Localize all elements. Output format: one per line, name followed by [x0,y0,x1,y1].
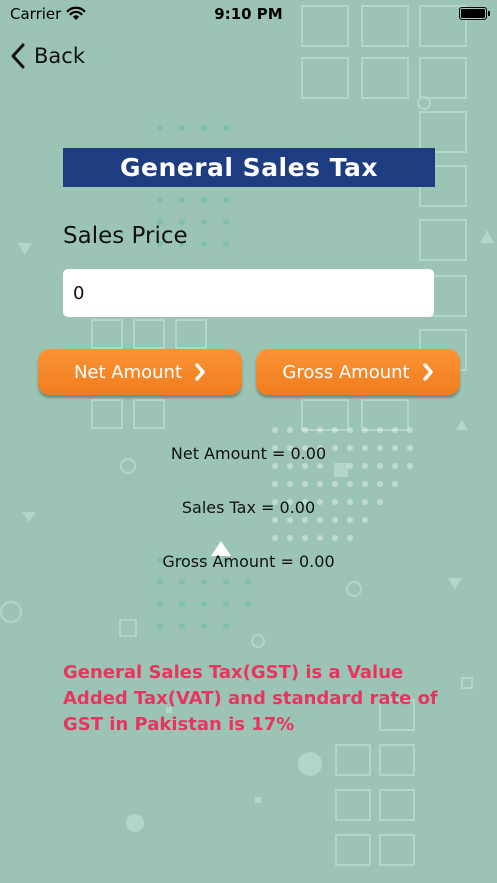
sales-price-label: Sales Price [63,223,188,249]
chevron-left-icon [11,43,25,69]
back-button[interactable]: Back [10,40,85,72]
back-label: Back [34,44,85,68]
clock: 9:10 PM [214,5,283,23]
background-pattern [0,5,494,866]
net-amount-button[interactable]: Net Amount [38,349,242,395]
page-title: General Sales Tax [63,148,435,187]
battery-icon [459,7,490,20]
net-amount-button-label: Net Amount [73,361,183,383]
chevron-right-icon [422,363,434,381]
status-bar: Carrier 9:10 PM [0,0,497,30]
gross-amount-result: Gross Amount = 0.00 [162,552,335,571]
gross-amount-button[interactable]: Gross Amount [256,349,460,395]
sales-tax-result: Sales Tax = 0.00 [181,498,316,517]
chevron-right-icon [194,363,206,381]
gst-info-text: General Sales Tax(GST) is a Value Added … [63,662,438,735]
net-amount-result: Net Amount = 0.00 [170,444,327,463]
sales-price-input[interactable] [63,269,434,317]
gross-amount-button-label: Gross Amount [282,361,410,383]
